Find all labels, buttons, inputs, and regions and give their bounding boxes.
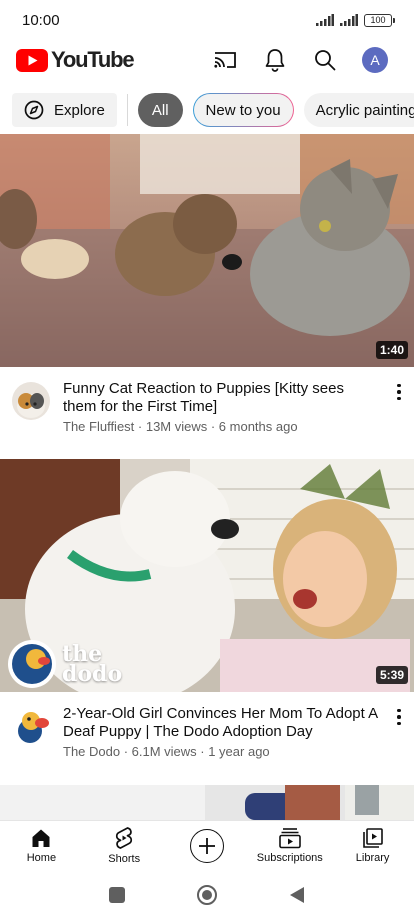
video-text: Funny Cat Reaction to Puppies [Kitty see… bbox=[63, 380, 402, 434]
nav-library[interactable]: Library bbox=[331, 821, 414, 871]
more-dot bbox=[397, 715, 401, 719]
chip-all[interactable]: All bbox=[137, 93, 183, 127]
status-icons: 100 bbox=[316, 13, 395, 27]
nav-subscriptions[interactable]: Subscriptions bbox=[248, 821, 331, 871]
video-meta: The Dodo · 6.1M views · 1 year ago bbox=[63, 744, 270, 759]
shorts-icon bbox=[116, 827, 133, 849]
video-info[interactable]: Funny Cat Reaction to Puppies [Kitty see… bbox=[0, 380, 414, 434]
nav-shorts[interactable]: Shorts bbox=[83, 821, 166, 871]
create-icon bbox=[189, 828, 224, 863]
explore-chip[interactable]: Explore bbox=[12, 93, 117, 127]
home-system-button[interactable] bbox=[197, 885, 217, 905]
nav-home[interactable]: Home bbox=[0, 821, 83, 871]
status-bar: 10:00 100 bbox=[0, 0, 414, 40]
signal-icon bbox=[316, 14, 334, 26]
cast-icon bbox=[214, 52, 236, 68]
channel-avatar[interactable] bbox=[12, 382, 50, 420]
more-dot bbox=[397, 721, 401, 726]
system-navigation bbox=[0, 870, 414, 920]
battery-icon: 100 bbox=[364, 13, 395, 27]
youtube-logo[interactable]: YouTube bbox=[16, 47, 135, 73]
video-thumbnail[interactable]: 1:40 bbox=[0, 134, 414, 367]
compass-icon bbox=[24, 100, 44, 120]
video-duration: 1:40 bbox=[375, 341, 408, 359]
battery-level: 100 bbox=[370, 14, 386, 25]
more-dot bbox=[397, 390, 401, 394]
dodo-avatar-icon bbox=[12, 707, 50, 745]
channel-avatar[interactable] bbox=[12, 707, 50, 745]
nav-library-label: Library bbox=[355, 852, 390, 864]
plus-icon bbox=[198, 837, 215, 854]
more-dot bbox=[397, 396, 401, 401]
dodo-watermark: the dodo bbox=[62, 641, 123, 687]
video-duration: 5:39 bbox=[375, 666, 408, 684]
cast-button[interactable] bbox=[200, 40, 250, 80]
video-text: 2-Year-Old Girl Convinces Her Mom To Ado… bbox=[63, 705, 402, 759]
notifications-button[interactable] bbox=[250, 40, 300, 80]
thumbnail-image bbox=[0, 134, 414, 367]
home-system-dot bbox=[202, 890, 212, 900]
more-options-button[interactable] bbox=[392, 380, 406, 404]
chip-divider bbox=[126, 94, 128, 126]
bell-icon bbox=[265, 49, 285, 72]
back-button[interactable] bbox=[289, 886, 305, 904]
subscriptions-icon bbox=[278, 828, 301, 849]
thumbnail-image bbox=[0, 785, 414, 820]
search-button[interactable] bbox=[300, 40, 350, 80]
nav-create[interactable] bbox=[166, 821, 249, 871]
home-icon bbox=[32, 829, 50, 847]
search-icon bbox=[315, 50, 336, 71]
app-actions: A bbox=[200, 40, 400, 80]
video-title: Funny Cat Reaction to Puppies [Kitty see… bbox=[63, 380, 344, 415]
video-title: 2-Year-Old Girl Convinces Her Mom To Ado… bbox=[63, 705, 378, 740]
chip-acrylic-painting[interactable]: Acrylic painting bbox=[303, 93, 414, 127]
video-thumbnail[interactable]: the dodo 5:39 bbox=[0, 459, 414, 692]
nav-subscriptions-label: Subscriptions bbox=[256, 852, 323, 864]
video-thumbnail[interactable] bbox=[0, 785, 414, 820]
filter-chips: Explore All New to you Acrylic painting bbox=[0, 86, 414, 134]
status-time: 10:00 bbox=[22, 11, 60, 29]
explore-chip-label: Explore bbox=[54, 101, 105, 119]
avatar: A bbox=[362, 47, 388, 73]
cat-avatar-icon bbox=[12, 382, 50, 420]
youtube-play-icon bbox=[16, 48, 48, 72]
more-dot bbox=[397, 383, 401, 388]
more-options-button[interactable] bbox=[392, 705, 406, 729]
nav-shorts-label: Shorts bbox=[108, 853, 141, 865]
logo-text: YouTube bbox=[51, 47, 135, 72]
chip-new-to-you[interactable]: New to you bbox=[193, 93, 294, 127]
signal-icon bbox=[340, 14, 358, 26]
app-bar: YouTube A bbox=[0, 40, 414, 80]
video-info[interactable]: 2-Year-Old Girl Convinces Her Mom To Ado… bbox=[0, 705, 414, 759]
bottom-navigation: Home Shorts Subscriptions Library bbox=[0, 820, 414, 870]
library-icon bbox=[362, 828, 383, 848]
nav-home-label: Home bbox=[26, 852, 57, 864]
recents-button[interactable] bbox=[109, 887, 125, 903]
video-meta: The Fluffiest · 13M views · 6 months ago bbox=[63, 419, 298, 434]
more-dot bbox=[397, 708, 401, 713]
account-button[interactable]: A bbox=[350, 40, 400, 80]
